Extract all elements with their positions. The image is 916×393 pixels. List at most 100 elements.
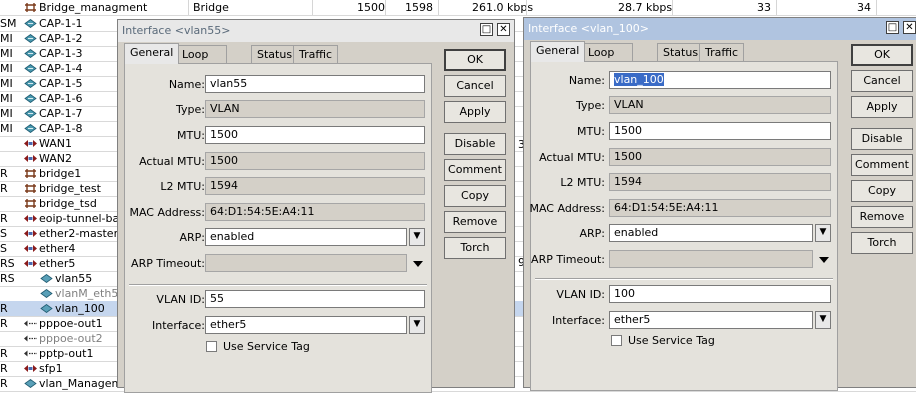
tab-traffic[interactable]: Traffic — [293, 45, 339, 63]
mac-address-label: MAC Address: — [529, 202, 605, 215]
service-tag-checkbox[interactable] — [206, 341, 217, 352]
tab-loop-protect[interactable]: Loop Protect — [176, 45, 227, 78]
arp-select[interactable]: enabled — [609, 224, 813, 242]
l2mtu-field: 1594 — [609, 173, 831, 191]
interface-window-vlan55: Interface <vlan55> □ ✕ General Loop Prot… — [117, 19, 515, 393]
tab-traffic[interactable]: Traffic — [699, 43, 745, 61]
name-label: Name: — [168, 78, 205, 91]
close-icon[interactable]: ✕ — [497, 23, 510, 36]
type-label: Type: — [576, 99, 605, 112]
bridge-icon — [25, 3, 36, 12]
actual-mtu-field: 1500 — [205, 152, 425, 170]
row-flag: MI — [0, 77, 13, 90]
copy-button[interactable]: Copy — [851, 180, 913, 202]
row-flag: R — [0, 182, 8, 195]
row-flag: MI — [0, 47, 13, 60]
bridge-icon — [25, 169, 36, 178]
apply-button[interactable]: Apply — [851, 96, 913, 118]
close-icon[interactable]: ✕ — [903, 21, 916, 34]
vlan-icon — [40, 274, 53, 283]
service-tag-checkbox[interactable] — [611, 335, 622, 346]
row-flag: MI — [0, 62, 13, 75]
name-label: Name: — [568, 74, 605, 87]
service-tag-label: Use Service Tag — [223, 340, 310, 353]
torch-button[interactable]: Torch — [851, 232, 913, 254]
vlan-id-field[interactable]: 55 — [205, 290, 425, 308]
row-flag: R — [0, 212, 8, 225]
tab-loop-protect[interactable]: Loop Protect — [582, 43, 633, 76]
row-name: CAP-1-7 — [39, 107, 83, 120]
row-name: CAP-1-5 — [39, 77, 83, 90]
chevron-down-icon[interactable]: ▼ — [815, 311, 831, 329]
chevron-down-icon[interactable] — [819, 257, 829, 263]
service-tag-label: Use Service Tag — [628, 334, 715, 347]
row-l2mtu: 1598 — [405, 1, 433, 14]
bridge-icon — [25, 199, 36, 208]
arp-select[interactable]: enabled — [205, 228, 407, 246]
row-name: CAP-1-3 — [39, 47, 83, 60]
ethernet-icon — [24, 215, 37, 222]
row-name: ether4 — [39, 242, 76, 255]
vlan-id-field[interactable]: 100 — [609, 285, 831, 303]
window-titlebar[interactable]: Interface <vlan55> □ ✕ — [118, 20, 514, 42]
mtu-label: MTU: — [177, 129, 205, 142]
vlan-icon — [40, 304, 53, 313]
divider — [535, 278, 833, 280]
row-name: vlan_Manageme — [39, 377, 129, 390]
arp-timeout-field[interactable] — [609, 250, 813, 268]
mtu-label: MTU: — [577, 125, 605, 138]
row-type: Bridge — [193, 1, 229, 14]
tab-general[interactable]: General — [530, 41, 586, 62]
ethernet-icon — [24, 260, 37, 267]
interface-select[interactable]: ether5 — [205, 316, 407, 334]
chevron-down-icon[interactable]: ▼ — [815, 224, 831, 242]
name-field[interactable]: vlan55 — [205, 75, 425, 93]
row-name: CAP-1-1 — [39, 17, 83, 30]
cancel-button[interactable]: Cancel — [851, 70, 913, 92]
name-field[interactable]: vlan_100 — [609, 71, 831, 89]
window-titlebar[interactable]: Interface <vlan_100> □ ✕ — [524, 18, 916, 40]
ok-button[interactable]: OK — [444, 49, 506, 71]
row-flag: RS — [0, 272, 15, 285]
name-value: vlan_100 — [614, 73, 664, 86]
row-flag: MI — [0, 92, 13, 105]
mtu-field[interactable]: 1500 — [609, 122, 831, 140]
type-field: VLAN — [205, 100, 425, 118]
arp-timeout-field[interactable] — [205, 254, 407, 272]
remove-button[interactable]: Remove — [851, 206, 913, 228]
interface-select[interactable]: ether5 — [609, 311, 813, 329]
mtu-field[interactable]: 1500 — [205, 126, 425, 144]
maximize-icon[interactable]: □ — [480, 23, 493, 36]
row-flag: S — [0, 227, 7, 240]
cap-icon — [24, 124, 37, 133]
arp-label: ARP: — [179, 231, 205, 244]
tab-status[interactable]: Status — [251, 45, 299, 63]
ethernet-icon — [24, 365, 37, 372]
row-name: CAP-1-2 — [39, 32, 83, 45]
maximize-icon[interactable]: □ — [886, 21, 899, 34]
row-flag: R — [0, 377, 8, 390]
comment-button[interactable]: Comment — [851, 154, 913, 176]
disable-button[interactable]: Disable — [851, 128, 913, 150]
row-name: Bridge_managment — [39, 1, 148, 14]
cap-icon — [24, 109, 37, 118]
ok-button[interactable]: OK — [851, 44, 913, 66]
mac-address-field: 64:D1:54:5E:A4:11 — [205, 203, 425, 221]
list-header-row[interactable]: Bridge_managment Bridge 1500 1598 261.0 … — [0, 0, 916, 16]
row-name: WAN2 — [39, 152, 73, 165]
cap-icon — [24, 49, 37, 58]
interface-window-vlan-100: Interface <vlan_100> □ ✕ General Loop Pr… — [523, 17, 916, 391]
l2mtu-field: 1594 — [205, 177, 425, 195]
chevron-down-icon[interactable] — [413, 261, 423, 267]
cap-icon — [24, 64, 37, 73]
arp-label: ARP: — [579, 227, 605, 240]
chevron-down-icon[interactable]: ▼ — [409, 228, 425, 246]
chevron-down-icon[interactable]: ▼ — [409, 316, 425, 334]
row-name: pptp-out1 — [39, 347, 94, 360]
tab-general[interactable]: General — [124, 43, 180, 64]
pptp-icon — [24, 350, 37, 357]
row-rx-packets: 34 — [857, 1, 871, 14]
ethernet-icon — [24, 245, 37, 252]
vlan-id-label: VLAN ID: — [556, 288, 605, 301]
tab-status[interactable]: Status — [657, 43, 705, 61]
